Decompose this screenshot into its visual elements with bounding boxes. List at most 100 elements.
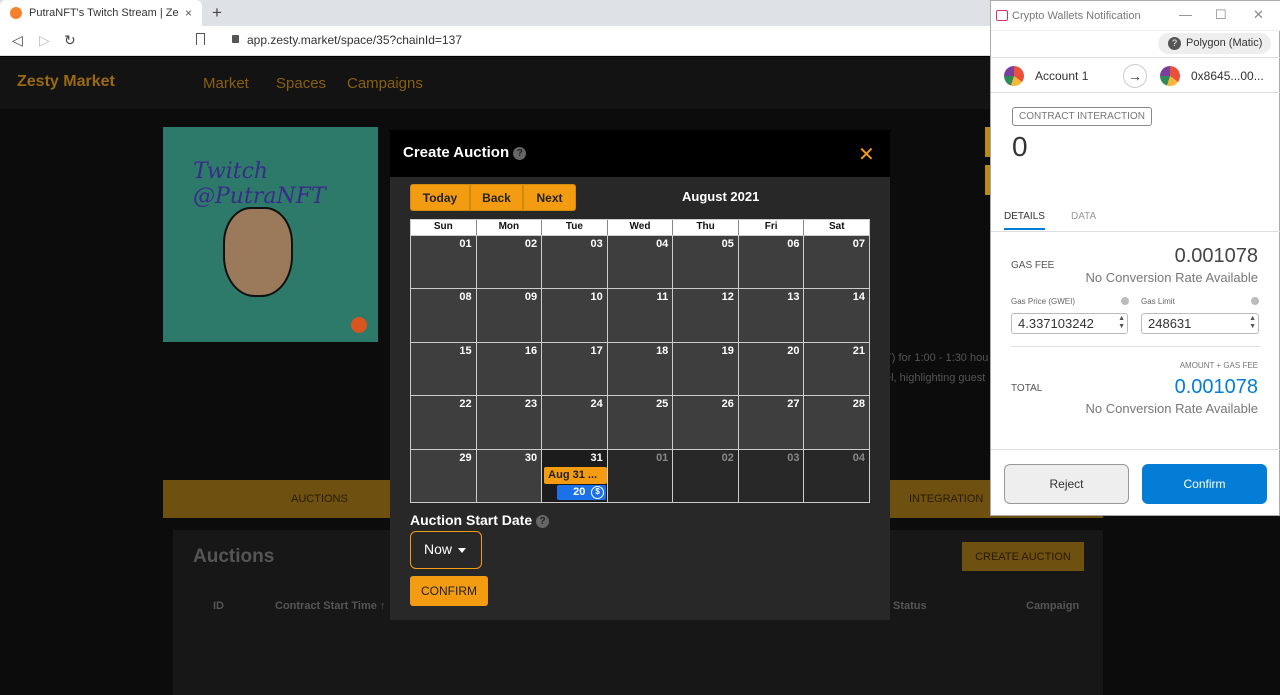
calendar-day-cell[interactable]: 03: [541, 236, 607, 289]
weekday-label: Sat: [803, 220, 869, 235]
transaction-amount: 0: [1012, 131, 1028, 162]
calendar-day-cell[interactable]: 22: [411, 396, 476, 449]
to-account-address[interactable]: 0x8645...00...: [1191, 69, 1264, 83]
calendar-day-cell[interactable]: 15: [411, 342, 476, 396]
calendar-day-cell[interactable]: 30: [475, 449, 542, 502]
calendar-day-cell[interactable]: 18: [606, 342, 673, 396]
calendar-day-cell[interactable]: 01: [606, 449, 673, 502]
calendar-day-cell[interactable]: 29: [411, 449, 476, 502]
tab-close-icon[interactable]: ×: [185, 6, 192, 20]
tab-data[interactable]: DATA: [1071, 211, 1096, 222]
column-contract-start[interactable]: Contract Start Time ↑: [275, 600, 385, 612]
reject-button[interactable]: Reject: [1004, 464, 1129, 504]
calendar-day-cell[interactable]: 10: [541, 289, 607, 342]
info-icon[interactable]: [1251, 297, 1259, 305]
forward-button[interactable]: ▷: [39, 32, 50, 49]
gas-limit-input[interactable]: 248631 ▲ ▼: [1141, 313, 1259, 334]
calendar-day-cell[interactable]: 23: [475, 396, 542, 449]
calendar-day-number: 22: [459, 398, 472, 411]
browser-tab[interactable]: PutraNFT's Twitch Stream | Zesty ×: [0, 0, 202, 26]
calendar-day-cell[interactable]: 31 Aug 31 ... 20 $: [541, 449, 608, 502]
tab-auctions[interactable]: AUCTIONS: [291, 493, 348, 505]
today-button[interactable]: Today: [410, 184, 470, 211]
calendar-day-cell[interactable]: 26: [672, 396, 738, 449]
calendar-day-number: 18: [656, 344, 669, 357]
bookmark-icon[interactable]: [196, 33, 205, 45]
calendar-day-cell[interactable]: 06: [737, 236, 804, 289]
orange-dot: [351, 317, 367, 333]
nav-campaigns[interactable]: Campaigns: [347, 75, 423, 92]
calendar-day-cell[interactable]: 12: [672, 289, 738, 342]
column-campaign[interactable]: Campaign: [1026, 600, 1079, 612]
back-button[interactable]: ◁: [12, 32, 23, 49]
minimize-button[interactable]: —: [1179, 7, 1192, 22]
account-transfer-row: Account 1 → 0x8645...00...: [991, 57, 1280, 93]
auction-bid-badge[interactable]: 20 $: [557, 484, 607, 500]
weekday-label: Sun: [433, 221, 453, 232]
tab-integration[interactable]: INTEGRATION: [909, 493, 983, 505]
brand-logo[interactable]: Zesty Market: [17, 73, 115, 91]
calendar-day-cell[interactable]: 27: [737, 396, 804, 449]
window-close-button[interactable]: ✕: [1253, 7, 1264, 23]
auction-event[interactable]: Aug 31 ...: [544, 466, 608, 484]
calendar-day-cell[interactable]: 25: [606, 396, 673, 449]
maximize-button[interactable]: ☐: [1215, 7, 1227, 23]
calendar-day-cell[interactable]: 19: [672, 342, 738, 396]
gas-price-input[interactable]: 4.337103242 ▲ ▼: [1011, 313, 1128, 334]
wallet-window-title: Crypto Wallets Notification: [1012, 10, 1141, 22]
calendar-day-cell[interactable]: 11: [606, 289, 673, 342]
modal-title-text: Create Auction: [403, 144, 510, 161]
calendar-day-cell[interactable]: 20: [737, 342, 804, 396]
confirm-transaction-button[interactable]: Confirm: [1142, 464, 1267, 504]
next-button[interactable]: Next: [523, 184, 576, 211]
calendar-day-cell[interactable]: 04: [803, 449, 870, 502]
create-auction-button[interactable]: CREATE AUCTION: [962, 542, 1084, 571]
calendar-day-cell[interactable]: 04: [606, 236, 673, 289]
stepper-icon[interactable]: ▲ ▼: [1249, 315, 1256, 331]
calendar-day-cell[interactable]: 16: [475, 342, 542, 396]
calendar-day-cell[interactable]: 24: [541, 396, 607, 449]
confirm-button[interactable]: CONFIRM: [410, 576, 488, 606]
calendar-day-cell[interactable]: 14: [803, 289, 870, 342]
column-status[interactable]: Status: [893, 600, 927, 612]
calendar-week-row: 29 30 31 Aug 31 ... 20 $01 02 03 04: [411, 448, 870, 502]
back-button[interactable]: Back: [470, 184, 523, 211]
calendar-day-cell[interactable]: 05: [672, 236, 738, 289]
space-thumbnail: Twitch @PutraNFT: [163, 127, 378, 342]
calendar-day-number: 28: [852, 398, 866, 411]
calendar-day-cell[interactable]: 01: [411, 236, 476, 289]
calendar-day-cell[interactable]: 02: [672, 449, 738, 502]
from-account-name[interactable]: Account 1: [1035, 69, 1088, 83]
calendar-day-cell[interactable]: 28: [803, 396, 870, 449]
calendar-day-cell[interactable]: 07: [803, 236, 870, 289]
calendar-day-number: 12: [721, 291, 734, 304]
wallet-app-icon: [996, 10, 1008, 21]
calendar-day-cell[interactable]: 02: [475, 236, 542, 289]
start-date-dropdown[interactable]: Now: [410, 531, 482, 569]
close-icon[interactable]: ✕: [858, 142, 875, 167]
nav-spaces[interactable]: Spaces: [276, 75, 326, 92]
calendar-day-number: 31: [590, 451, 603, 464]
calendar-day-cell[interactable]: 13: [737, 289, 804, 342]
auction-start-date-label: Auction Start Date ?: [410, 512, 550, 528]
help-icon[interactable]: ?: [536, 514, 550, 528]
stepper-icon[interactable]: ▲ ▼: [1118, 315, 1125, 331]
calendar-day-number: 15: [459, 344, 472, 357]
new-tab-button[interactable]: +: [212, 3, 222, 23]
info-icon[interactable]: [1121, 297, 1129, 305]
calendar-day-cell[interactable]: 03: [737, 449, 804, 502]
calendar-day-number: 08: [459, 291, 472, 304]
calendar-day-cell[interactable]: 17: [541, 342, 607, 396]
reload-button[interactable]: ↻: [64, 32, 76, 49]
calendar-day-number: 21: [852, 344, 866, 357]
help-icon[interactable]: ?: [513, 146, 527, 160]
calendar-day-cell[interactable]: 09: [475, 289, 542, 342]
url-field[interactable]: app.zesty.market/space/35?chainId=137: [247, 33, 462, 47]
network-selector[interactable]: ? Polygon (Matic): [1158, 33, 1271, 54]
calendar-day-cell[interactable]: 08: [411, 289, 476, 342]
calendar-day-cell[interactable]: 21: [803, 342, 870, 396]
calendar-day-number: 02: [524, 238, 538, 250]
column-id[interactable]: ID: [213, 600, 224, 612]
nav-market[interactable]: Market: [203, 75, 249, 92]
tab-details[interactable]: DETAILS: [1004, 211, 1045, 230]
